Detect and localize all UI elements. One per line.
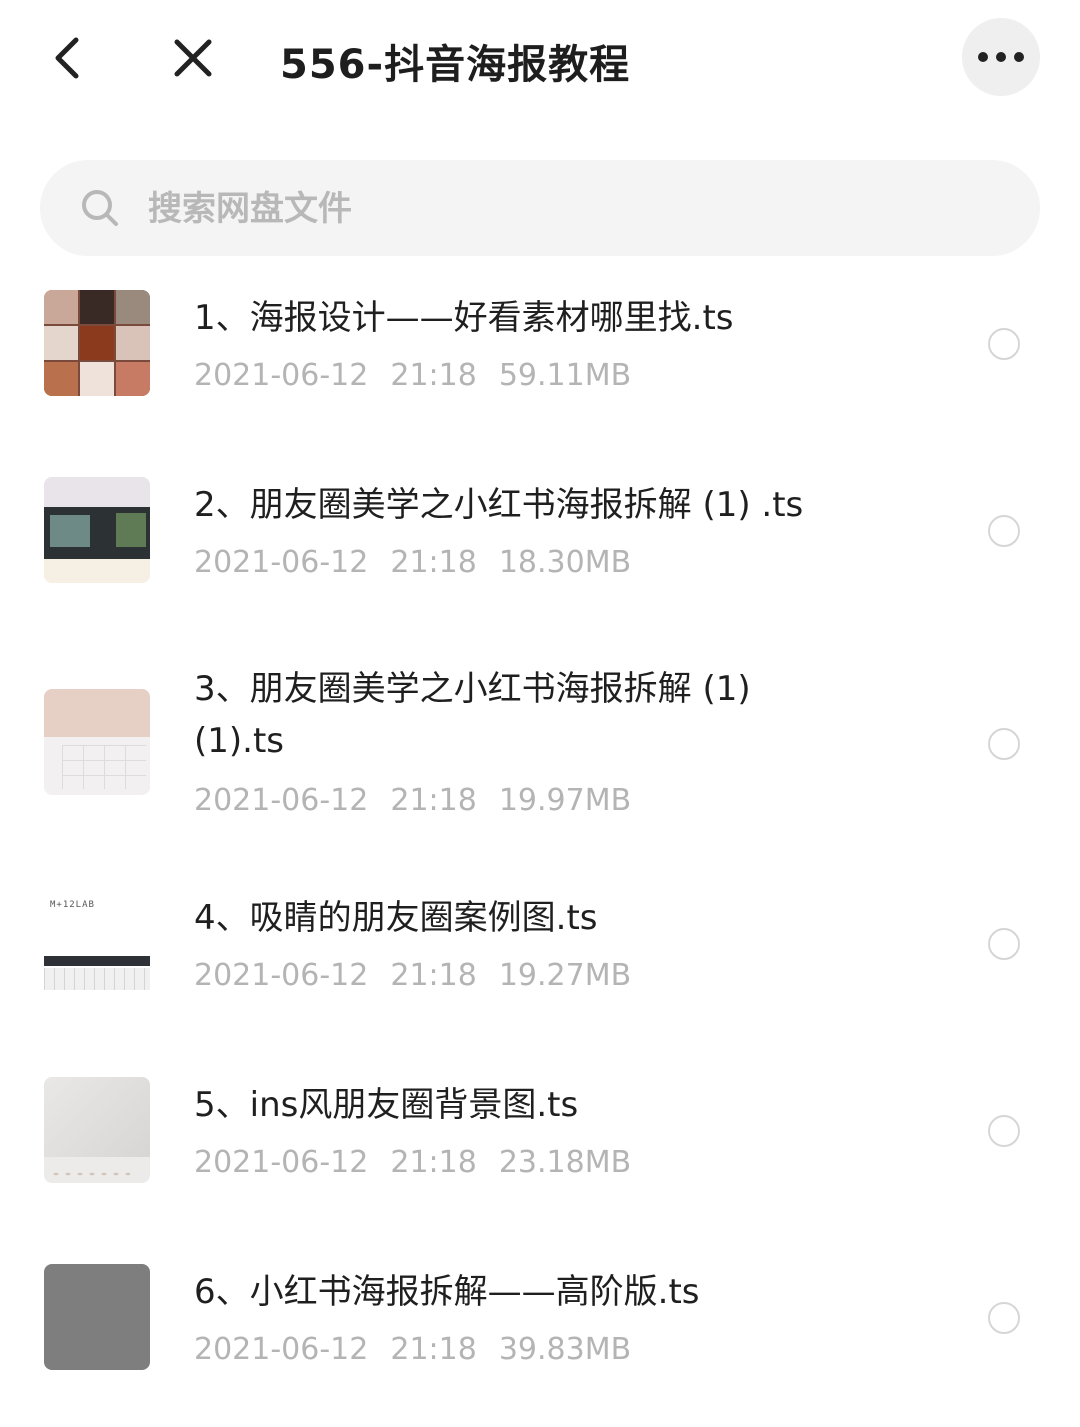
file-time: 21:18 [390, 783, 477, 818]
file-meta: 2021-06-12 21:18 19.97MB [194, 783, 653, 818]
file-date: 2021-06-12 [194, 545, 369, 580]
file-size: 19.97MB [498, 783, 632, 818]
file-meta: 2021-06-12 21:18 59.11MB [194, 358, 653, 393]
file-size: 18.30MB [498, 545, 632, 580]
thumbnail-text: M+12LAB [50, 900, 95, 910]
select-checkbox[interactable] [988, 928, 1020, 960]
top-bar: 556-抖音海报教程 [0, 0, 1080, 120]
file-name: 5、ins风朋友圈背景图.ts [194, 1085, 579, 1125]
file-size: 39.83MB [498, 1332, 632, 1367]
file-row[interactable]: 6、小红书海报拆解——高阶版.ts 2021-06-12 21:18 39.83MB [0, 1264, 1080, 1394]
file-row[interactable]: M+12LAB 4、吸睛的朋友圈案例图.ts 2021-06-12 21:18 19… [0, 890, 1080, 1020]
file-time: 21:18 [390, 1145, 477, 1180]
file-time: 21:18 [390, 545, 477, 580]
file-thumbnail [44, 290, 150, 396]
chevron-left-icon [55, 37, 79, 79]
select-checkbox[interactable] [988, 1302, 1020, 1334]
file-thumbnail [44, 689, 150, 795]
select-checkbox[interactable] [988, 515, 1020, 547]
back-button[interactable] [40, 30, 94, 86]
file-meta: 2021-06-12 21:18 39.83MB [194, 1332, 653, 1367]
file-date: 2021-06-12 [194, 958, 369, 993]
file-name: 2、朋友圈美学之小红书海报拆解 (1) .ts [194, 485, 804, 525]
file-time: 21:18 [390, 1332, 477, 1367]
more-button[interactable] [962, 18, 1040, 96]
search-icon [82, 190, 118, 226]
file-name: 3、朋友圈美学之小红书海报拆解 (1)(1).ts [194, 669, 751, 761]
file-meta: 2021-06-12 21:18 19.27MB [194, 958, 653, 993]
select-checkbox[interactable] [988, 728, 1020, 760]
file-name: 1、海报设计——好看素材哪里找.ts [194, 298, 734, 338]
file-name: 4、吸睛的朋友圈案例图.ts [194, 898, 598, 938]
search-input[interactable] [146, 178, 1010, 240]
file-thumbnail [44, 1264, 150, 1370]
file-size: 59.11MB [498, 358, 632, 393]
file-date: 2021-06-12 [194, 1332, 369, 1367]
file-thumbnail [44, 477, 150, 583]
search-bar[interactable] [40, 160, 1040, 256]
select-checkbox[interactable] [988, 1115, 1020, 1147]
file-meta: 2021-06-12 21:18 18.30MB [194, 545, 653, 580]
file-date: 2021-06-12 [194, 358, 369, 393]
file-date: 2021-06-12 [194, 783, 369, 818]
file-row[interactable]: 1、海报设计——好看素材哪里找.ts 2021-06-12 21:18 59.11M… [0, 290, 1080, 420]
file-size: 19.27MB [498, 958, 632, 993]
file-thumbnail: M+12LAB [44, 890, 150, 996]
file-thumbnail [44, 1077, 150, 1183]
more-horizontal-icon [974, 52, 1028, 62]
file-time: 21:18 [390, 958, 477, 993]
file-name: 6、小红书海报拆解——高阶版.ts [194, 1272, 700, 1312]
close-button[interactable] [164, 30, 222, 86]
file-row[interactable]: 2、朋友圈美学之小红书海报拆解 (1) .ts 2021-06-12 21:18 1… [0, 477, 1080, 607]
file-time: 21:18 [390, 358, 477, 393]
file-size: 23.18MB [498, 1145, 632, 1180]
page-title: 556-抖音海报教程 [280, 42, 631, 88]
close-icon [174, 39, 212, 77]
file-meta: 2021-06-12 21:18 23.18MB [194, 1145, 653, 1180]
select-checkbox[interactable] [988, 328, 1020, 360]
file-date: 2021-06-12 [194, 1145, 369, 1180]
file-row[interactable]: 3、朋友圈美学之小红书海报拆解 (1)(1).ts 2021-06-12 21:1… [0, 663, 1080, 833]
file-row[interactable]: 5、ins风朋友圈背景图.ts 2021-06-12 21:18 23.18MB [0, 1077, 1080, 1207]
